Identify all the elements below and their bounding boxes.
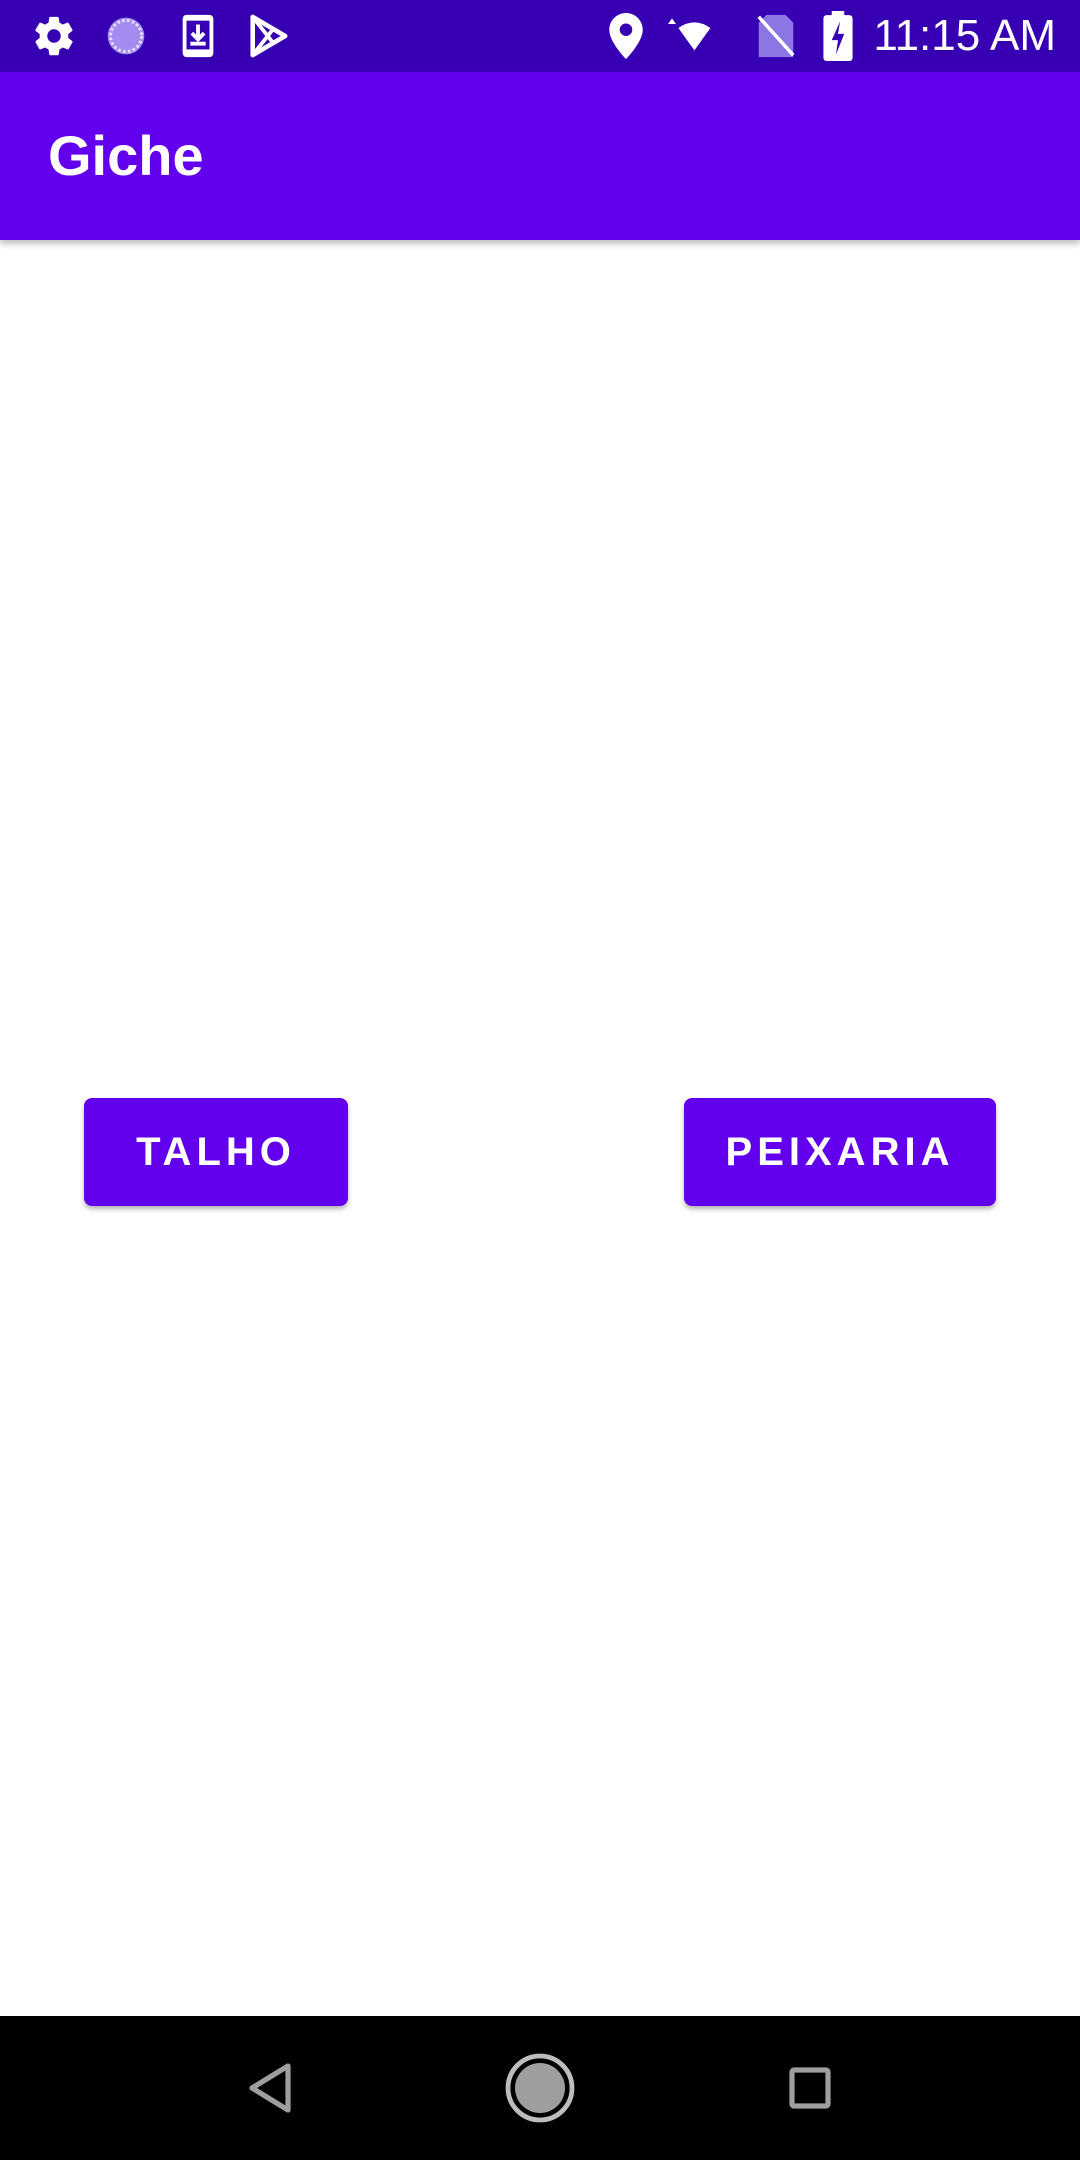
download-icon xyxy=(174,12,222,60)
wifi-icon xyxy=(664,12,712,60)
status-bar-clock: 11:15 AM xyxy=(873,11,1056,60)
home-icon[interactable] xyxy=(492,2040,588,2136)
back-icon[interactable] xyxy=(222,2040,318,2136)
navigation-bar xyxy=(0,2016,1080,2160)
page-title: Giche xyxy=(48,124,204,187)
play-store-icon xyxy=(244,12,292,60)
status-bar: 11:15 AM xyxy=(0,0,1080,72)
location-icon xyxy=(602,12,650,60)
battery-charging-icon xyxy=(814,11,862,61)
app-bar: Giche xyxy=(0,72,1080,240)
talho-button[interactable]: TALHO xyxy=(84,1098,348,1206)
no-sim-icon xyxy=(752,12,800,60)
screen: 11:15 AM Giche TALHO PEIXARIA xyxy=(0,0,1080,2160)
loading-circle-icon xyxy=(102,12,150,60)
recents-icon[interactable] xyxy=(762,2040,858,2136)
peixaria-button[interactable]: PEIXARIA xyxy=(684,1098,996,1206)
gear-icon xyxy=(30,12,78,60)
